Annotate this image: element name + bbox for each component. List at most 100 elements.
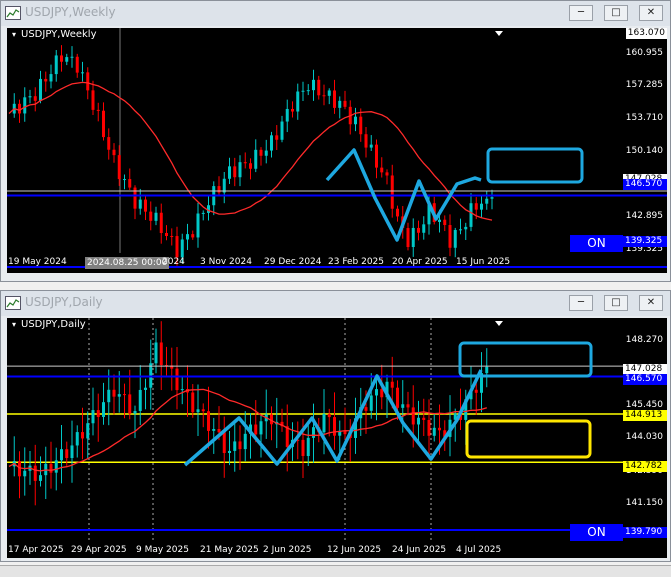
price-label: 144.030 [625, 432, 663, 442]
minimize-icon: ─ [577, 7, 585, 18]
weekly-candle [96, 109, 100, 111]
weekly-candle [354, 116, 357, 125]
weekly-candle [102, 110, 105, 138]
weekly-candle [217, 186, 221, 193]
restore-button[interactable]: □ [604, 5, 628, 21]
daily-candle [133, 410, 137, 414]
daily-candle [333, 417, 336, 436]
daily-candle [123, 394, 126, 396]
daily-candle [196, 409, 200, 413]
weekly-candle [480, 203, 483, 210]
weekly-candle [312, 79, 315, 91]
daily-candle [207, 411, 210, 431]
on-button[interactable]: ON [570, 235, 623, 252]
daily-candle [474, 389, 478, 393]
weekly-candle [459, 229, 462, 231]
daily-candle [438, 427, 441, 431]
daily-candle [23, 470, 27, 477]
daily-candle [217, 428, 221, 433]
price-label: 142.895 [625, 211, 663, 221]
weekly-candle [144, 199, 147, 212]
daily-candle [175, 368, 179, 391]
daily-candle [159, 342, 163, 366]
weekly-title-bar[interactable]: USDJPY,Weekly ─ □ ✕ [1, 1, 670, 26]
moving-average-line [8, 81, 493, 221]
weekly-candle [186, 234, 189, 240]
price-label: 153.710 [625, 113, 663, 123]
date-label: 24 Jun 2025 [392, 545, 447, 555]
weekly-candle [270, 135, 273, 151]
daily-candle [485, 366, 489, 374]
minimize-button[interactable]: ─ [569, 295, 593, 311]
weekly-candle [306, 90, 310, 92]
daily-chart-svg [7, 318, 667, 540]
daily-candle [312, 427, 315, 438]
weekly-candle [33, 96, 37, 101]
minimize-icon: ─ [577, 297, 585, 308]
daily-candle [259, 421, 263, 435]
weekly-candle [443, 219, 447, 226]
weekly-candle [165, 232, 168, 237]
daily-candle [144, 387, 147, 390]
close-button[interactable]: ✕ [639, 5, 663, 21]
weekly-candle [23, 97, 27, 114]
on-button[interactable]: ON [570, 524, 623, 541]
weekly-candle [201, 212, 205, 214]
daily-candle [417, 417, 420, 425]
daily-candle [233, 441, 237, 451]
daily-chart-canvas[interactable]: USDJPY,Daily 148.270 145.450 144.030 142… [7, 318, 667, 558]
daily-candle [222, 432, 226, 454]
daily-candle [427, 419, 431, 436]
daily-candle [138, 389, 142, 411]
weekly-candle [233, 166, 237, 178]
weekly-candle [243, 162, 247, 164]
daily-chart-window[interactable]: USDJPY,Daily ─ □ ✕ USDJPY,Daily 148.270 … [0, 290, 671, 562]
close-button[interactable]: ✕ [639, 295, 663, 311]
weekly-candle [280, 121, 284, 140]
weekly-candle [238, 162, 242, 178]
restore-button[interactable]: □ [604, 295, 628, 311]
weekly-candle [138, 199, 142, 209]
weekly-candle [70, 56, 74, 58]
daily-candle [396, 387, 399, 408]
daily-candle [228, 450, 231, 454]
date-label: 21 May 2025 [200, 545, 259, 555]
weekly-candle [490, 197, 494, 199]
daily-candle [75, 432, 79, 446]
weekly-candle [159, 212, 163, 233]
minimize-button[interactable]: ─ [569, 5, 593, 21]
daily-candle [39, 475, 42, 481]
weekly-candle [28, 96, 32, 98]
date-label: 29 Dec 2024 [264, 257, 322, 267]
chart-shift-marker [495, 31, 503, 36]
weekly-candle [149, 211, 153, 221]
close-icon: ✕ [646, 297, 656, 308]
weekly-candle [417, 227, 420, 233]
daily-candle [117, 394, 121, 397]
daily-title-bar[interactable]: USDJPY,Daily ─ □ ✕ [1, 291, 670, 316]
daily-candle [191, 392, 195, 413]
daily-candle [306, 437, 310, 457]
daily-candle [212, 428, 216, 431]
weekly-candle [117, 155, 121, 180]
daily-candle [33, 465, 37, 481]
close-icon: ✕ [646, 7, 656, 18]
chart-window-icon [5, 296, 21, 310]
price-label: 150.140 [625, 146, 663, 156]
daily-candle [180, 389, 184, 391]
weekly-candle [422, 224, 426, 233]
price-label: 160.955 [625, 48, 663, 58]
daily-candle [54, 460, 58, 473]
weekly-chart-canvas[interactable]: USDJPY,Weekly 163.070 160.955 157.285 15… [7, 28, 667, 273]
weekly-candle [333, 90, 336, 108]
weekly-candle [380, 167, 384, 173]
weekly-candle [170, 236, 174, 238]
weekly-candle [390, 175, 394, 209]
date-label: 3 Nov 2024 [200, 257, 252, 267]
weekly-candle [222, 178, 226, 193]
price-label: 148.270 [625, 335, 663, 345]
weekly-chart-window[interactable]: USDJPY,Weekly ─ □ ✕ USDJPY,Weekly 163.07… [0, 0, 671, 282]
weekly-window-title: USDJPY,Weekly [25, 5, 116, 19]
daily-window-title: USDJPY,Daily [25, 295, 103, 309]
daily-candle [327, 413, 331, 418]
